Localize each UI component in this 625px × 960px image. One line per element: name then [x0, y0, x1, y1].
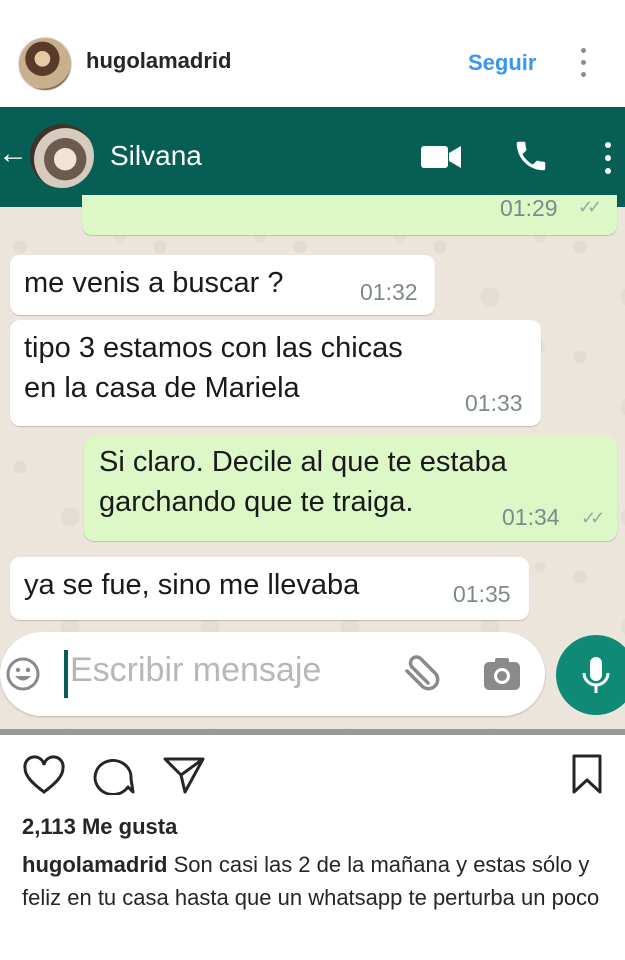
contact-name: Silvana	[110, 140, 202, 171]
chat-header: ← Silvana	[0, 107, 625, 207]
caption-username[interactable]: hugolamadrid	[22, 852, 167, 877]
mic-button	[556, 635, 625, 715]
message-input: Escribir mensaje	[70, 651, 322, 689]
message-bubble-incoming: me venis a buscar ? 01:32	[10, 255, 435, 315]
likes-count[interactable]: 2,113 Me gusta	[22, 814, 177, 840]
follow-button[interactable]: Seguir	[468, 50, 536, 76]
divider	[0, 729, 625, 735]
avatar[interactable]	[18, 37, 72, 91]
message-bubble-outgoing: 01:29 ✓✓	[82, 195, 617, 235]
more-vertical-icon[interactable]	[574, 46, 592, 80]
emoji-icon	[6, 657, 40, 691]
message-time: 01:34	[502, 504, 560, 530]
heart-icon[interactable]	[22, 755, 66, 795]
message-bubble-outgoing: Si claro. Decile al que te estaba garcha…	[84, 436, 617, 541]
read-ticks-icon: ✓✓	[578, 197, 602, 217]
phone-icon	[516, 141, 546, 171]
message-text: me venis a buscar ?	[24, 267, 284, 299]
message-bubble-incoming: tipo 3 estamos con las chicas en la casa…	[10, 320, 541, 426]
message-text: Si claro. Decile al que te estaba garcha…	[99, 446, 507, 518]
attach-icon	[405, 655, 440, 691]
post-header: hugolamadrid Seguir	[0, 0, 625, 107]
message-time: 01:29	[500, 195, 558, 221]
share-icon[interactable]	[162, 755, 206, 795]
read-ticks-icon: ✓✓	[581, 508, 605, 528]
message-input-bar: Escribir mensaje	[0, 632, 545, 716]
message-text: tipo 3 estamos con las chicas en la casa…	[24, 332, 403, 404]
post-image: ← Silvana 01:29 ✓✓ me venis a buscar ? 0…	[0, 107, 625, 731]
bookmark-icon[interactable]	[571, 753, 603, 795]
back-arrow-icon: ←	[0, 137, 28, 170]
text-caret	[64, 650, 68, 698]
username[interactable]: hugolamadrid	[86, 48, 231, 74]
post-caption: hugolamadrid Son casi las 2 de la mañana…	[22, 848, 612, 914]
contact-avatar	[30, 124, 94, 188]
video-call-icon	[421, 146, 461, 168]
message-bubble-incoming: ya se fue, sino me llevaba 01:35	[10, 557, 529, 620]
message-time: 01:35	[453, 581, 511, 607]
message-time: 01:33	[465, 390, 523, 416]
message-text: ya se fue, sino me llevaba	[24, 569, 360, 601]
camera-icon	[484, 658, 520, 690]
comment-icon[interactable]	[93, 755, 135, 795]
mic-icon	[582, 657, 610, 693]
message-time: 01:32	[360, 279, 418, 305]
chat-menu-icon	[600, 140, 616, 176]
